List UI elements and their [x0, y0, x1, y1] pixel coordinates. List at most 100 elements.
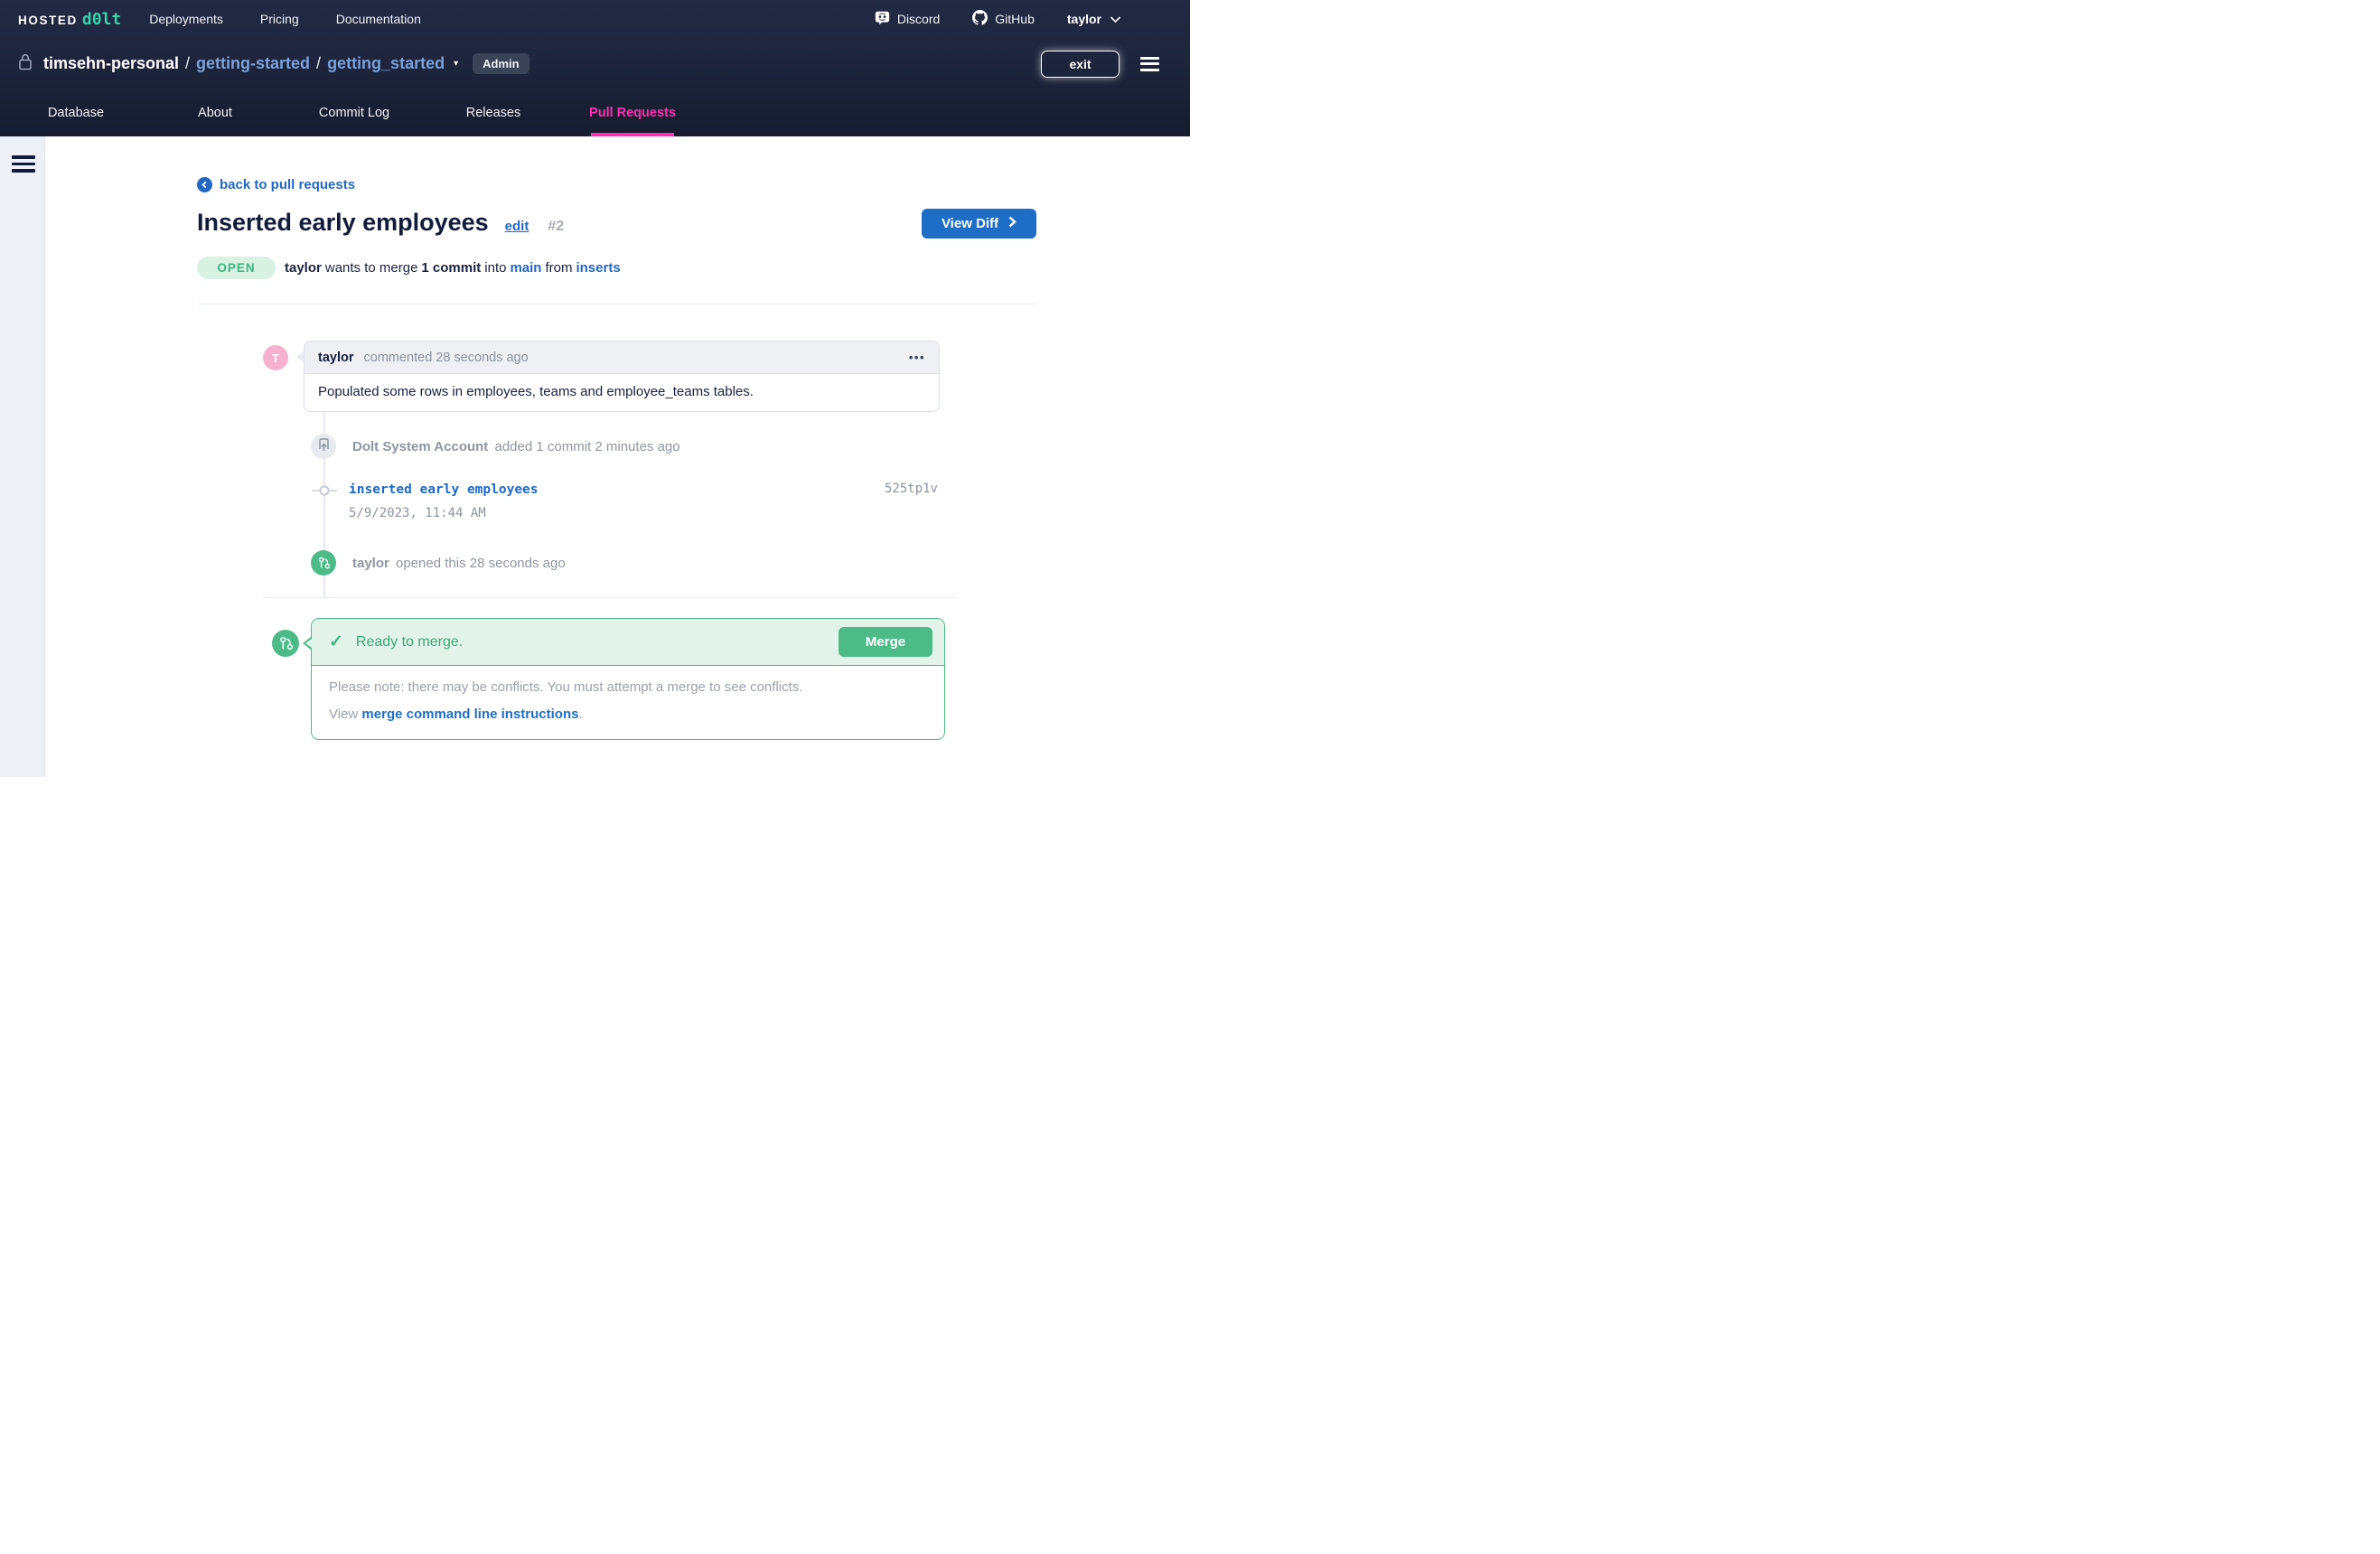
opened-event-meta: opened this 28 seconds ago: [396, 556, 566, 571]
back-link-label: back to pull requests: [220, 177, 355, 192]
chevron-right-icon: [1008, 216, 1017, 231]
back-arrow-icon: [197, 177, 212, 192]
merge-box-body: Please note: there may be conflicts. You…: [312, 665, 944, 739]
merge-instructions-line: View merge command line instructions.: [329, 707, 927, 722]
discord-link[interactable]: Discord: [875, 10, 940, 28]
avatar: T: [263, 345, 288, 370]
view-diff-label: View Diff: [942, 216, 998, 231]
tab-releases[interactable]: Releases: [424, 89, 563, 136]
breadcrumb-separator: /: [316, 54, 321, 73]
discord-icon: [875, 10, 890, 28]
github-link[interactable]: GitHub: [972, 10, 1035, 28]
hosted-dolt-logo[interactable]: HOSTED d0lt: [18, 10, 121, 29]
push-commit-icon: [317, 437, 331, 456]
period: .: [578, 707, 582, 722]
summary-text: from: [545, 260, 572, 276]
nav-deployments[interactable]: Deployments: [149, 12, 223, 26]
logo-hosted-text: HOSTED: [18, 14, 78, 27]
check-icon: ✓: [329, 632, 343, 652]
breadcrumb-separator: /: [185, 54, 190, 73]
github-icon: [972, 10, 988, 28]
system-event-text: Dolt System Account added 1 commit 2 min…: [352, 439, 680, 454]
comment-body: Populated some rows in employees, teams …: [304, 374, 940, 412]
comment-pointer: [296, 351, 304, 362]
comment-header: taylor commented 28 seconds ago •••: [304, 341, 940, 374]
tab-label: About: [198, 106, 232, 120]
breadcrumb-database-link[interactable]: getting_started: [327, 54, 445, 73]
merge-section: ✓ Ready to merge. Merge Please note: the…: [311, 618, 945, 740]
nav-documentation[interactable]: Documentation: [336, 12, 421, 26]
user-menu[interactable]: taylor: [1067, 12, 1121, 26]
edit-title-link[interactable]: edit: [505, 219, 529, 234]
database-dropdown-caret-icon[interactable]: ▾: [454, 59, 458, 69]
base-branch-link[interactable]: main: [510, 260, 541, 276]
merge-button[interactable]: Merge: [839, 627, 932, 657]
view-prefix: View: [329, 707, 358, 722]
tab-label: Releases: [466, 106, 520, 120]
pull-request-icon: [311, 550, 336, 576]
view-diff-button[interactable]: View Diff: [922, 209, 1036, 239]
pr-title-row: Inserted early employees edit #2 View Di…: [197, 209, 1036, 241]
database-tabs: Database About Commit Log Releases Pull …: [0, 89, 1190, 136]
tab-about[interactable]: About: [145, 89, 285, 136]
pr-title: Inserted early employees: [197, 209, 489, 237]
user-name: taylor: [1067, 12, 1101, 26]
system-event-meta: added 1 commit 2 minutes ago: [494, 439, 679, 454]
pr-status-row: OPEN taylor wants to merge 1 commit into…: [197, 257, 1036, 279]
tab-label: Commit Log: [319, 106, 389, 120]
system-event-author: Dolt System Account: [352, 439, 488, 454]
pr-number: #2: [548, 219, 564, 235]
opened-event-row: taylor opened this 28 seconds ago: [311, 550, 1036, 576]
tab-pull-requests[interactable]: Pull Requests: [563, 89, 702, 136]
commit-node-icon: [312, 484, 337, 501]
summary-text: wants to merge: [325, 260, 418, 276]
page-body: back to pull requests Inserted early emp…: [0, 136, 1190, 777]
open-status-badge: OPEN: [197, 257, 276, 279]
divider: [263, 597, 956, 598]
opened-event-author: taylor: [352, 556, 389, 571]
pull-request-icon: [272, 630, 299, 657]
opened-event-text: taylor opened this 28 seconds ago: [352, 556, 566, 571]
commit-row: inserted early employees 5/9/2023, 11:44…: [197, 482, 1036, 527]
pr-timeline: T taylor commented 28 seconds ago ••• Po…: [197, 341, 1036, 597]
nav-pricing[interactable]: Pricing: [260, 12, 299, 26]
comment-meta: commented 28 seconds ago: [364, 351, 529, 365]
admin-role-badge: Admin: [473, 53, 529, 74]
back-to-pull-requests-link[interactable]: back to pull requests: [197, 177, 355, 192]
commit-message-link[interactable]: inserted early employees: [349, 482, 539, 497]
sidebar-menu-icon[interactable]: [12, 155, 44, 173]
pr-author: taylor: [285, 260, 322, 276]
breadcrumb-deployment-link[interactable]: getting-started: [196, 54, 310, 73]
breadcrumb-actions: exit: [1041, 51, 1172, 78]
top-nav: HOSTED d0lt Deployments Pricing Document…: [0, 0, 1190, 38]
tab-label: Database: [48, 106, 104, 120]
merge-status-text: Ready to merge.: [356, 634, 463, 651]
head-branch-link[interactable]: inserts: [576, 260, 620, 276]
exit-button[interactable]: exit: [1041, 51, 1120, 78]
pr-summary: taylor wants to merge 1 commit into main…: [285, 260, 621, 276]
logo-dolt-text: d0lt: [82, 10, 121, 29]
discord-label: Discord: [897, 12, 940, 26]
lock-icon: [18, 53, 33, 75]
tab-database[interactable]: Database: [6, 89, 145, 136]
breadcrumb: timsehn-personal / getting-started / get…: [0, 38, 1190, 89]
comment-author: taylor: [318, 351, 354, 365]
header-menu-icon[interactable]: [1140, 57, 1159, 71]
primary-nav: Deployments Pricing Documentation: [149, 12, 421, 26]
comment-options-icon[interactable]: •••: [909, 351, 925, 364]
command-line-instructions-link[interactable]: merge command line instructions: [361, 707, 578, 722]
tab-label: Pull Requests: [589, 106, 676, 120]
commit-hash: 525tp1v: [885, 482, 938, 496]
breadcrumb-owner: timsehn-personal: [43, 54, 179, 73]
tab-commit-log[interactable]: Commit Log: [285, 89, 424, 136]
merge-conflict-note: Please note: there may be conflicts. You…: [329, 679, 927, 695]
top-nav-right: Discord GitHub taylor: [875, 10, 1172, 28]
merge-box-pointer: [305, 639, 312, 648]
pull-request-page: back to pull requests Inserted early emp…: [45, 136, 1190, 777]
chevron-down-icon: [1110, 12, 1121, 26]
merge-box-header: ✓ Ready to merge. Merge: [312, 619, 944, 665]
summary-text: into: [484, 260, 506, 276]
avatar: [311, 434, 336, 459]
system-event-row: Dolt System Account added 1 commit 2 min…: [311, 434, 1036, 459]
commit-date: 5/9/2023, 11:44 AM: [349, 506, 1036, 520]
